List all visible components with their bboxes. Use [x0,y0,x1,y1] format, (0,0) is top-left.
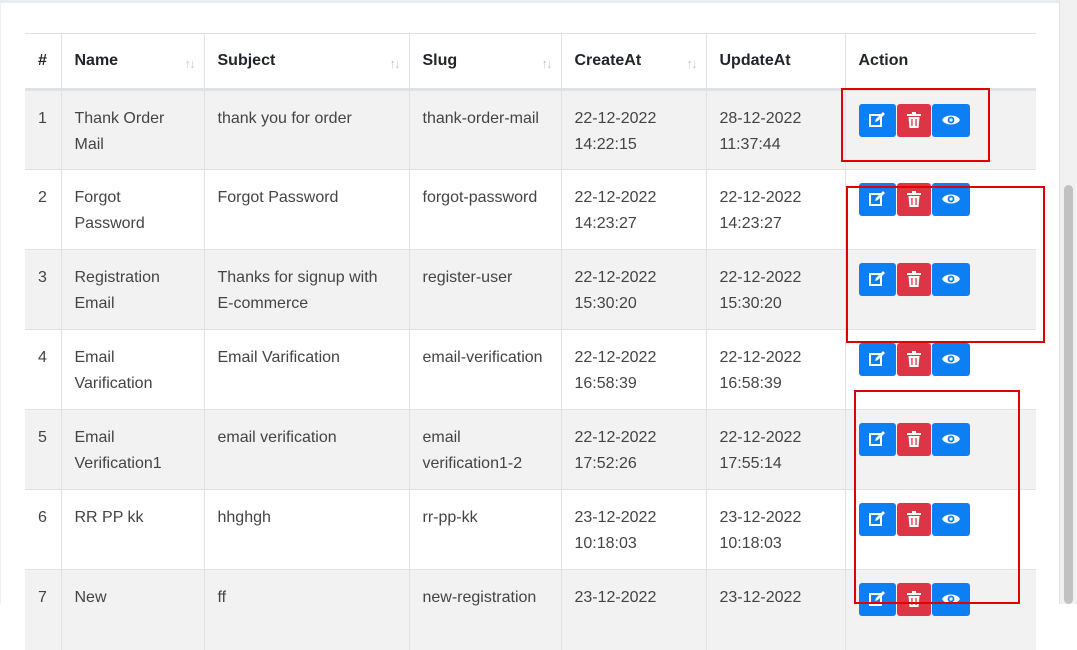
cell-number: 1 [25,89,62,170]
edit-button[interactable] [858,343,896,376]
column-header-updateat[interactable]: UpdateAt [706,33,846,91]
cell-subject: thank you for order [204,89,410,170]
annotation-box [854,390,1020,604]
cell-name: RR PP kk [61,489,205,570]
sort-arrows-icon[interactable]: ↑↓ [185,51,196,77]
cell-createat: 22-12-2022 17:52:26 [561,409,707,490]
cell-createat: 22-12-2022 14:22:15 [561,89,707,170]
cell-name: Forgot Password [61,169,205,250]
annotation-box [846,186,1045,343]
delete-button[interactable] [896,343,931,376]
cell-subject: hhghgh [204,489,410,570]
cell-subject: Email Varification [204,329,410,410]
cell-slug: thank-order-mail [409,89,562,170]
column-header-action: Action [845,33,1036,91]
cell-name: Thank Order Mail [61,89,205,170]
cell-slug: email verification1-2 [409,409,562,490]
cell-number: 3 [25,249,62,330]
vertical-scrollbar[interactable] [1059,0,1077,604]
cell-number: 4 [25,329,62,410]
cell-createat: 22-12-2022 14:23:27 [561,169,707,250]
cell-subject: Forgot Password [204,169,410,250]
sort-arrows-icon[interactable]: ↑↓ [687,51,698,77]
cell-number: 2 [25,169,62,250]
cell-number: 6 [25,489,62,570]
cell-updateat: 22-12-2022 14:23:27 [706,169,846,250]
scrollbar-thumb[interactable] [1064,185,1073,604]
cell-number: 7 [25,569,62,650]
edit-icon [868,351,885,366]
cell-name: Email Varification [61,329,205,410]
cell-subject: email verification [204,409,410,490]
column-header-subject[interactable]: Subject ↑↓ [204,33,410,91]
cell-slug: new-registration [409,569,562,650]
cell-updateat: 28-12-2022 11:37:44 [706,89,846,170]
trash-icon [906,351,921,367]
cell-createat: 22-12-2022 16:58:39 [561,329,707,410]
cell-createat: 23-12-2022 10:18:03 [561,489,707,570]
cell-name: Email Verification1 [61,409,205,490]
cell-name: New [61,569,205,650]
cell-slug: register-user [409,249,562,330]
sort-arrows-icon[interactable]: ↑↓ [390,51,401,77]
eye-icon [941,354,960,364]
cell-updateat: 23-12-2022 10:18:03 [706,489,846,570]
view-button[interactable] [931,343,970,376]
cell-slug: email-verification [409,329,562,410]
column-header-createat[interactable]: CreateAt ↑↓ [561,33,707,91]
table-header-row: # Name ↑↓ Subject ↑↓ Slug ↑↓ CreateAt ↑↓ Upd… [25,33,1036,91]
cell-number: 5 [25,409,62,490]
annotation-box [841,88,990,162]
cell-createat: 22-12-2022 15:30:20 [561,249,707,330]
sort-arrows-icon[interactable]: ↑↓ [542,51,553,77]
cell-subject: ff [204,569,410,650]
cell-updateat: 22-12-2022 15:30:20 [706,249,846,330]
cell-updateat: 23-12-2022 [706,569,846,650]
column-header-number[interactable]: # [25,33,62,91]
column-header-name[interactable]: Name ↑↓ [61,33,205,91]
cell-slug: forgot-password [409,169,562,250]
column-header-slug[interactable]: Slug ↑↓ [409,33,562,91]
cell-updateat: 22-12-2022 17:55:14 [706,409,846,490]
cell-subject: Thanks for signup with E-commerce [204,249,410,330]
cell-name: Registration Email [61,249,205,330]
cell-createat: 23-12-2022 [561,569,707,650]
cell-updateat: 22-12-2022 16:58:39 [706,329,846,410]
cell-slug: rr-pp-kk [409,489,562,570]
